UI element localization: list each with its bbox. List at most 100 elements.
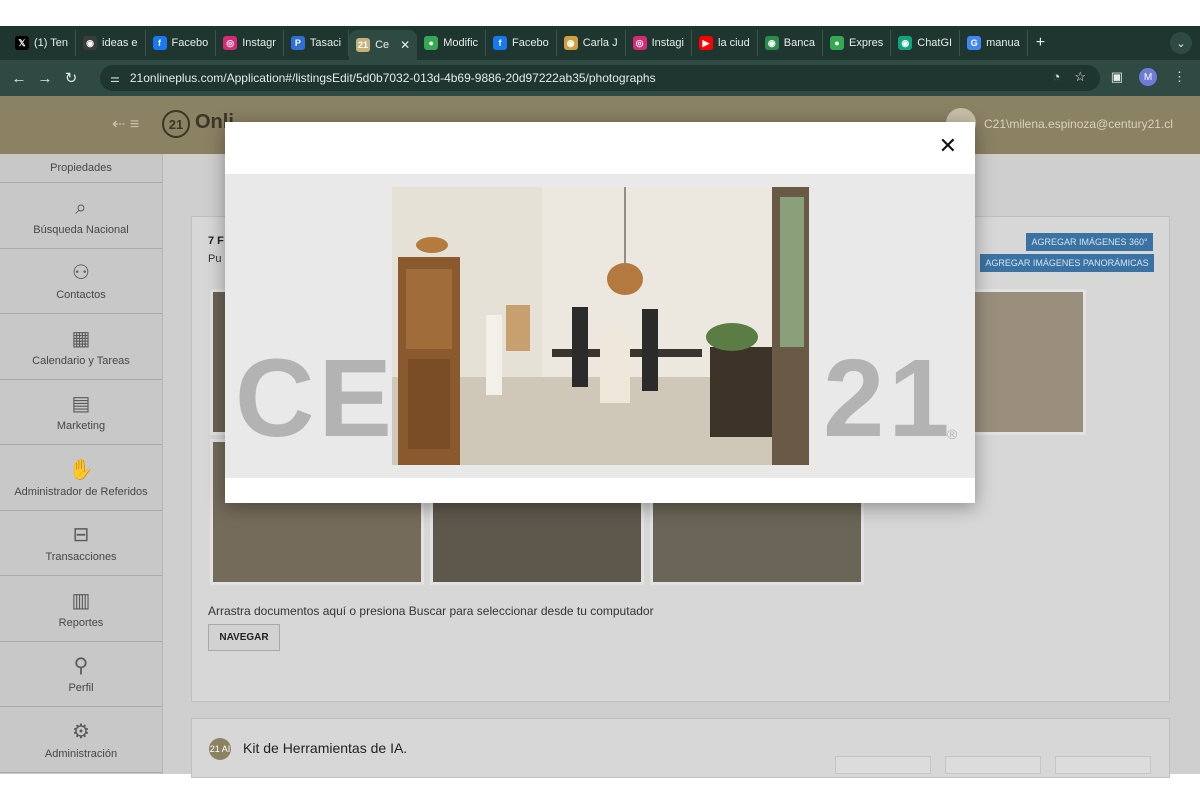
registered-mark: ®	[947, 426, 958, 442]
ai-tool-tile[interactable]	[835, 756, 931, 774]
modal-body: CENTURY 21 ®	[225, 174, 975, 478]
browser-tab[interactable]: 21 Ce ✕	[349, 30, 418, 60]
close-icon[interactable]: ✕	[939, 134, 957, 158]
browser-tab[interactable]: ▶ la ciud	[692, 30, 758, 56]
sidebar-item-4[interactable]: ▦ Calendario y Tareas	[0, 314, 162, 380]
calendar-icon: ▦	[71, 327, 91, 350]
app-icon: ◉	[563, 36, 578, 50]
browser-tab[interactable]: ◉ ChatGI	[891, 30, 961, 56]
sidebar-item-5[interactable]: ▤ Marketing	[0, 380, 162, 445]
browser-tab-label: Instagr	[242, 37, 276, 49]
browser-tab[interactable]: ◉ Carla J	[557, 30, 626, 56]
side-panel-icon[interactable]: ▣	[1111, 69, 1123, 85]
marketing-icon: ▤	[71, 393, 91, 415]
sidebar-item-7[interactable]: ⊟ Transacciones	[0, 511, 162, 576]
dining-room-photo-image	[392, 187, 809, 465]
bookmark-star-icon[interactable]: ☆	[1074, 69, 1086, 85]
browser-tab-label: (1) Ten	[34, 37, 69, 49]
sidebar-item-label: Propiedades	[50, 162, 112, 174]
sidebar-item-label: Contactos	[56, 289, 106, 301]
profile-avatar[interactable]: M	[1139, 68, 1157, 86]
listing-title: 7 F	[208, 235, 224, 247]
reload-icon[interactable]: ↻	[58, 69, 84, 87]
url-text: 21onlineplus.com/Application#/listingsEd…	[129, 71, 656, 85]
ai-kit-badge-icon: 21 AI	[209, 738, 231, 760]
add-360-images-button[interactable]: AGREGAR IMÁGENES 360°	[1026, 233, 1153, 251]
facebook-icon: f	[493, 36, 508, 50]
sidebar-item-1[interactable]: Propiedades	[0, 154, 162, 183]
browser-tab[interactable]: ● Expres	[823, 30, 892, 56]
gear-icon: ⚙	[72, 720, 90, 743]
ai-tool-tile[interactable]	[945, 756, 1041, 774]
back-icon[interactable]: ←	[6, 70, 32, 87]
contacts-icon: ⚇	[72, 262, 90, 284]
sidebar-item-label: Reportes	[58, 616, 104, 629]
sidebar-item-label: Administración	[44, 747, 118, 760]
browser-tab-label: manua	[986, 37, 1020, 49]
listing-subtitle: Pu	[208, 253, 222, 265]
browser-tab[interactable]: ◉ Banca	[758, 30, 823, 56]
photo-thumbnail[interactable]	[972, 289, 1086, 435]
sidebar-item-2[interactable]: ⌕ Búsqueda Nacional	[0, 183, 162, 249]
bank-icon: ◉	[764, 36, 779, 50]
browser-tab[interactable]: ◎ Instagr	[216, 30, 284, 56]
browser-tab[interactable]: Gmanua	[960, 30, 1028, 56]
sidebar-item-3[interactable]: ⚇ Contactos	[0, 249, 162, 314]
sidebar-item-6[interactable]: ✋ Administrador de Referidos	[0, 445, 162, 511]
search-icon: ⌕	[75, 196, 87, 219]
browser-tab[interactable]: 𝕏 (1) Ten	[8, 30, 77, 56]
sidebar-item-10[interactable]: ⚙ Administración	[0, 707, 162, 773]
tab-close-icon[interactable]: ✕	[400, 38, 410, 52]
browser-toolbar: ← → ↻ ⚌ 21onlineplus.com/Application#/li…	[0, 60, 1200, 96]
browser-tab-label: Modific	[443, 37, 479, 49]
facebook-icon: f	[152, 36, 167, 50]
browser-tab-label: ideas e	[102, 37, 138, 49]
ai-kit-title: Kit de Herramientas de IA.	[243, 740, 408, 756]
browser-tab-label: Instagi	[651, 37, 684, 49]
browser-tab[interactable]: P Tasaci	[284, 30, 350, 56]
preview-photo	[392, 187, 809, 465]
browser-tab[interactable]: f Facebo	[146, 30, 217, 56]
photo-preview-modal: ✕ CENTURY 21 ®	[225, 122, 975, 503]
browser-tab-label: la ciud	[718, 37, 750, 49]
maps-pin-icon: ●	[830, 36, 844, 50]
performance-icon[interactable]: ◔	[1052, 69, 1060, 85]
sidebar-item-label: Transacciones	[45, 551, 117, 563]
browser-tab-label: Facebo	[512, 37, 549, 49]
browser-tab-label: Banca	[783, 37, 815, 49]
browser-tab-label: Ce	[375, 39, 390, 51]
youtube-icon: ▶	[699, 36, 713, 50]
handshake-icon: ✋	[68, 458, 94, 481]
sidebar-item-label: Búsqueda Nacional	[33, 223, 129, 236]
x-logo-icon: 𝕏	[15, 36, 29, 50]
google-icon: G	[967, 36, 982, 50]
menu-toggle-icon[interactable]: ⇠ ≡	[112, 114, 139, 134]
sidebar-item-label: Perfil	[68, 682, 94, 694]
briefcase-icon: ⊟	[72, 524, 90, 546]
instagram-icon: ◎	[632, 36, 647, 50]
forward-icon[interactable]: →	[32, 70, 58, 87]
sidebar-item-8[interactable]: ▥ Reportes	[0, 576, 162, 642]
browse-button[interactable]: NAVEGAR	[208, 624, 280, 651]
user-email: C21\milena.espinoza@century21.cl	[984, 117, 1173, 131]
browser-tab-label: Expres	[849, 37, 884, 49]
browser-menu-icon[interactable]: ⋮	[1173, 69, 1186, 85]
ai-tool-tile[interactable]	[1055, 756, 1151, 774]
address-bar[interactable]: ⚌ 21onlineplus.com/Application#/listings…	[100, 65, 1100, 91]
browser-tab[interactable]: ◉ ideas e	[76, 30, 146, 56]
sidebar-item-label: Administrador de Referidos	[14, 485, 148, 498]
add-panoramic-images-button[interactable]: AGREGAR IMÁGENES PANORÁMICAS	[980, 254, 1154, 272]
site-settings-icon[interactable]: ⚌	[110, 72, 120, 85]
browser-tab[interactable]: ● Modific	[417, 30, 487, 56]
chatgpt-icon: ◉	[898, 36, 913, 50]
drop-zone-text: Arrastra documentos aquí o presiona Busc…	[208, 604, 654, 618]
sidebar-item-9[interactable]: ⚲ Perfil	[0, 642, 162, 707]
sidebar-nav: Propiedades ⌕ Búsqueda Nacional ⚇ Contactos ▦…	[0, 154, 163, 774]
browser-tab[interactable]: f Facebo	[486, 30, 557, 56]
century21-icon: 21	[356, 38, 371, 52]
browser-tab-label: Carla J	[582, 37, 618, 49]
instagram-icon: ◎	[223, 36, 238, 50]
tab-search-button[interactable]: ⌄	[1170, 32, 1192, 54]
browser-tab[interactable]: ◎ Instagi	[626, 30, 692, 56]
new-tab-button[interactable]: +	[1028, 34, 1053, 52]
